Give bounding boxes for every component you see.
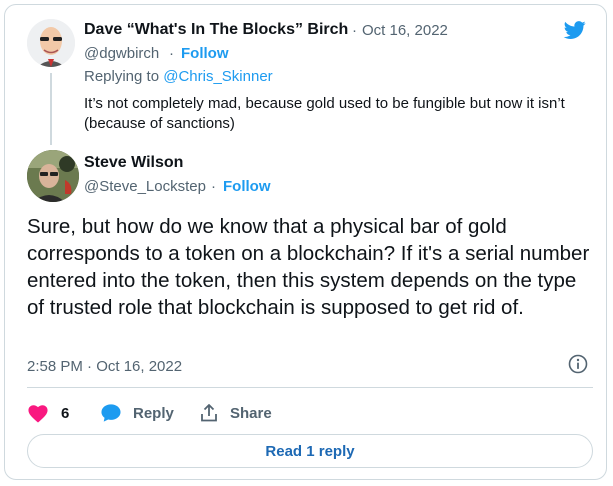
main-handle[interactable]: @Steve_Lockstep	[84, 178, 206, 195]
parent-separator: ·	[352, 22, 357, 39]
like-action[interactable]: 6	[27, 403, 69, 423]
share-icon	[199, 403, 219, 423]
read-replies-button[interactable]: Read 1 reply	[27, 434, 593, 468]
parent-tweet-text: It’s not completely mad, because gold us…	[84, 95, 565, 132]
tweet-timestamp[interactable]: 2:58 PM · Oct 16, 2022	[27, 358, 182, 375]
twitter-bird-icon[interactable]	[562, 19, 588, 46]
reply-action[interactable]: Reply	[100, 403, 174, 423]
parent-follow-link[interactable]: Follow	[181, 45, 229, 62]
avatar-dave-birch[interactable]	[27, 19, 75, 67]
actions-divider	[27, 387, 593, 388]
share-label: Share	[230, 404, 272, 422]
replying-to-handle[interactable]: @Chris_Skinner	[163, 68, 272, 85]
parent-handle-separator: ·	[169, 45, 174, 62]
replying-to-line: Replying to @Chris_Skinner	[84, 68, 273, 85]
reply-bubble-icon	[100, 403, 122, 423]
parent-handle[interactable]: @dgwbirch	[84, 45, 159, 62]
share-action[interactable]: Share	[199, 403, 272, 423]
reply-label: Reply	[133, 404, 174, 422]
main-tweet-text: Sure, but how do we know that a physical…	[27, 215, 590, 319]
parent-date[interactable]: Oct 16, 2022	[362, 22, 448, 39]
parent-author-name[interactable]: Dave “What's In The Blocks” Birch	[84, 21, 348, 39]
info-icon[interactable]	[568, 354, 588, 379]
like-count: 6	[61, 404, 70, 422]
main-author-name[interactable]: Steve Wilson	[84, 154, 183, 172]
thread-connector-line	[50, 73, 52, 145]
main-follow-link[interactable]: Follow	[223, 178, 271, 195]
replying-to-prefix: Replying to	[84, 68, 160, 85]
heart-icon	[27, 403, 49, 423]
avatar-steve-wilson[interactable]	[27, 150, 79, 202]
main-handle-separator: ·	[211, 178, 216, 195]
embedded-tweet-card: Dave “What's In The Blocks” Birch · Oct …	[4, 4, 607, 480]
